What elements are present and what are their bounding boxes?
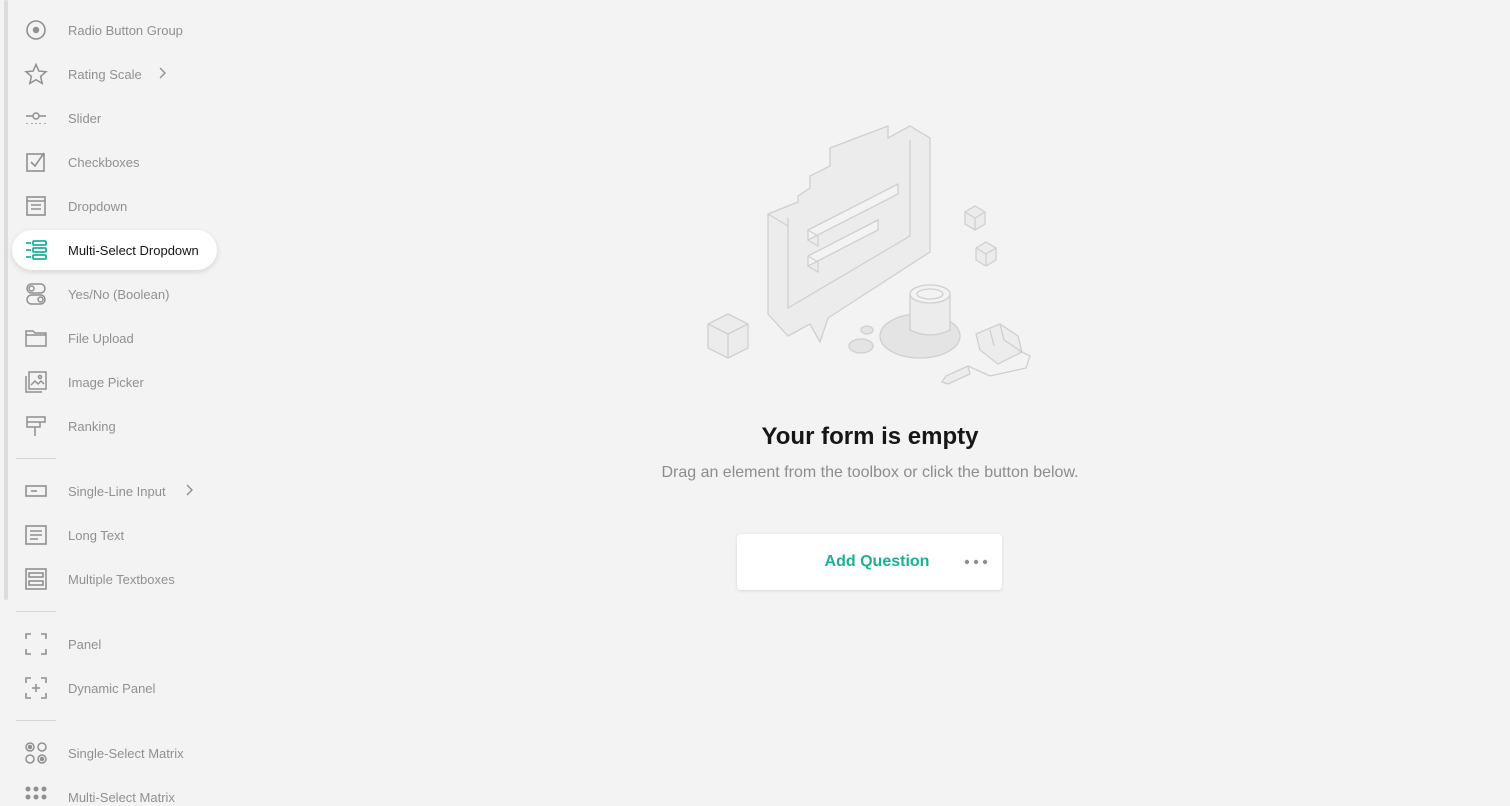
multi-select-dropdown-icon (24, 238, 48, 262)
toolbox-item-label: Ranking (68, 418, 116, 434)
radio-button-icon (24, 18, 48, 42)
toolbox-separator (16, 611, 56, 612)
boolean-toggle-icon (24, 282, 48, 306)
toolbox-separator (16, 720, 56, 721)
toolbox-item-panel[interactable]: Panel (12, 624, 222, 664)
multi-select-matrix-icon (24, 785, 48, 806)
toolbox-item-label: Slider (68, 110, 102, 126)
toolbox-item-multiple-textboxes[interactable]: Multiple Textboxes (12, 559, 222, 599)
single-select-matrix-icon (24, 741, 48, 765)
panel-icon (24, 632, 48, 656)
toolbox-item-single-line-input[interactable]: Single-Line Input (12, 471, 222, 511)
star-icon (24, 62, 48, 86)
toolbox-item-checkboxes[interactable]: Checkboxes (12, 142, 222, 182)
toolbox: Radio Button Group Rating Scale Slider C… (12, 10, 222, 806)
chevron-right-icon[interactable] (157, 66, 167, 83)
ranking-icon (24, 414, 48, 438)
toolbox-item-label: Single-Line Input (68, 483, 166, 499)
add-question-bar: Add Question (737, 534, 1002, 590)
toolbox-item-label: Checkboxes (68, 154, 140, 170)
toolbox-item-slider[interactable]: Slider (12, 98, 222, 138)
toolbox-item-single-select-matrix[interactable]: Single-Select Matrix (12, 733, 222, 773)
toolbox-item-label: Radio Button Group (68, 22, 183, 38)
toolbox-item-file-upload[interactable]: File Upload (12, 318, 222, 358)
single-line-input-icon (24, 479, 48, 503)
toolbox-item-label: Image Picker (68, 374, 144, 390)
add-question-button[interactable]: Add Question (797, 534, 957, 590)
toolbox-item-rating-scale[interactable]: Rating Scale (12, 54, 222, 94)
toolbox-item-boolean[interactable]: Yes/No (Boolean) (12, 274, 222, 314)
toolbox-item-label: Rating Scale (68, 66, 142, 82)
toolbox-item-radio-button-group[interactable]: Radio Button Group (12, 10, 222, 50)
toolbox-item-dynamic-panel[interactable]: Dynamic Panel (12, 668, 222, 708)
toolbox-scrollbar[interactable] (4, 0, 8, 600)
image-picker-icon (24, 370, 48, 394)
toolbox-item-label: File Upload (68, 330, 134, 346)
folder-icon (24, 326, 48, 350)
toolbox-item-label: Yes/No (Boolean) (68, 286, 170, 302)
toolbox-item-label: Panel (68, 636, 102, 652)
slider-icon (24, 106, 48, 130)
empty-form-subtitle: Drag an element from the toolbox or clic… (661, 464, 1079, 481)
toolbox-item-label: Multi-Select Dropdown (68, 242, 199, 258)
toolbox-item-multi-select-dropdown[interactable]: Multi-Select Dropdown (12, 230, 217, 270)
dropdown-icon (24, 194, 48, 218)
toolbox-item-label: Dynamic Panel (68, 680, 156, 696)
empty-form-illustration (700, 118, 1040, 390)
toolbox-item-label: Dropdown (68, 198, 128, 214)
toolbox-item-dropdown[interactable]: Dropdown (12, 186, 222, 226)
toolbox-item-label: Long Text (68, 527, 125, 543)
toolbox-item-label: Multi-Select Matrix (68, 789, 175, 805)
toolbox-item-ranking[interactable]: Ranking (12, 406, 222, 446)
toolbox-item-label: Multiple Textboxes (68, 571, 175, 587)
toolbox-separator (16, 458, 56, 459)
empty-form-title: Your form is empty (761, 423, 979, 450)
toolbox-item-image-picker[interactable]: Image Picker (12, 362, 222, 402)
long-text-icon (24, 523, 48, 547)
toolbox-item-label: Single-Select Matrix (68, 745, 184, 761)
chevron-right-icon[interactable] (184, 483, 194, 500)
checkbox-icon (24, 150, 48, 174)
toolbox-item-long-text[interactable]: Long Text (12, 515, 222, 555)
multiple-textboxes-icon (24, 567, 48, 591)
more-dots-icon[interactable] (962, 548, 990, 576)
dynamic-panel-icon (24, 676, 48, 700)
toolbox-item-multi-select-matrix[interactable]: Multi-Select Matrix (12, 777, 222, 806)
